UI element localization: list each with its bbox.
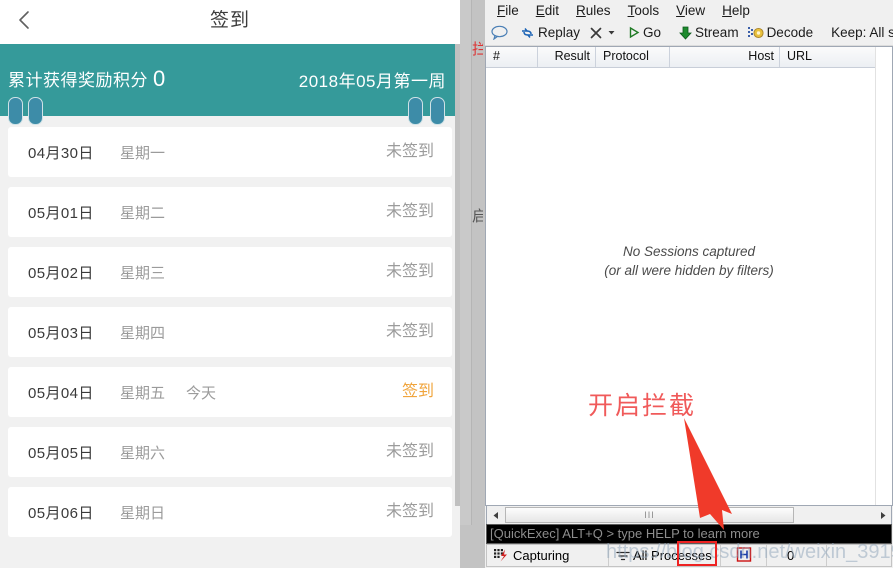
toolbar: Replay Go Stream Decode Keep: All s (485, 20, 893, 46)
menu-item-edit[interactable]: Edit (536, 3, 559, 18)
go-label: Go (643, 25, 662, 40)
status-bar-spacer (827, 545, 891, 566)
session-grid-vertical-scrollbar[interactable] (875, 47, 892, 505)
signin-row-weekday: 星期六 (120, 444, 166, 462)
x-icon (589, 26, 603, 40)
breakpoint-toggle[interactable] (721, 545, 767, 566)
signin-row[interactable]: 04月30日 星期一 未签到 (8, 127, 452, 177)
signin-status-badge: 未签到 (385, 503, 434, 520)
remove-button[interactable] (589, 26, 619, 40)
menu-item-view[interactable]: View (676, 3, 705, 18)
menu-bar: File Edit Rules Tools View Help (485, 0, 893, 20)
mobile-signin-app: 签到 累计获得奖励积分 0 2018年05月第一周 04月30日 星期一 未签到 05月… (0, 0, 460, 568)
reward-banner: 累计获得奖励积分 0 2018年05月第一周 (0, 44, 460, 125)
signin-row[interactable]: 05月06日 星期日 未签到 (8, 487, 452, 537)
status-bar: Capturing All Processes 0 (486, 544, 892, 567)
signin-row-weekday: 星期五 (120, 384, 166, 402)
decode-grid-icon (747, 26, 764, 40)
speech-bubble-icon (491, 25, 508, 40)
session-list-grid[interactable]: # Result Protocol Host URL No Sessions captu… (485, 46, 893, 506)
menu-item-file[interactable]: File (497, 3, 519, 18)
keep-sessions-label: Keep: All sess (831, 25, 893, 40)
menu-item-rules[interactable]: Rules (576, 3, 611, 18)
decode-label: Decode (766, 25, 814, 40)
signin-row-today-tag: 今天 (186, 384, 217, 402)
capture-grid-icon (494, 548, 510, 563)
menu-item-help[interactable]: Help (722, 3, 750, 18)
signin-row-weekday: 星期二 (120, 204, 166, 222)
replay-label: Replay (538, 25, 581, 40)
background-gutter: 拦 启 (460, 0, 485, 568)
occluded-red-text-fragment: 拦 (472, 41, 483, 58)
replay-arrows-icon (520, 26, 535, 40)
grid-column-header[interactable]: # (486, 47, 538, 67)
play-triangle-icon (628, 26, 640, 39)
stream-label: Stream (695, 25, 739, 40)
grid-column-header[interactable]: Protocol (596, 47, 670, 67)
decode-button[interactable]: Decode (747, 25, 814, 40)
signin-row-date: 04月30日 (28, 144, 94, 162)
signin-row-date: 05月02日 (28, 264, 94, 282)
comment-button[interactable] (491, 25, 511, 40)
grid-column-header[interactable]: Host (670, 47, 780, 67)
signin-row-weekday: 星期日 (120, 504, 166, 522)
caret-down-icon[interactable] (607, 28, 616, 37)
process-filter[interactable]: All Processes (609, 545, 721, 566)
signin-row-weekday: 星期一 (120, 144, 166, 162)
mobile-navbar: 签到 (0, 0, 460, 44)
hscroll-thumb[interactable]: III (505, 507, 794, 523)
reward-label: 累计获得奖励积分 (8, 71, 148, 90)
signin-status-badge: 未签到 (385, 443, 434, 460)
screenshot-root: 签到 累计获得奖励积分 0 2018年05月第一周 04月30日 星期一 未签到 05月… (0, 0, 893, 568)
signin-row[interactable]: 05月02日 星期三 未签到 (8, 247, 452, 297)
signin-row[interactable]: 05月01日 星期二 未签到 (8, 187, 452, 237)
signin-row-date: 05月06日 (28, 504, 94, 522)
signin-row-weekday: 星期三 (120, 264, 166, 282)
session-grid-empty-message: No Sessions captured (or all were hidden… (486, 242, 892, 280)
signin-status-badge: 未签到 (385, 263, 434, 280)
signin-row[interactable]: 05月03日 星期四 未签到 (8, 307, 452, 357)
breakpoint-icon (736, 546, 752, 565)
hscroll-grip: III (644, 510, 655, 520)
signin-row-date: 05月04日 (28, 384, 94, 402)
occluded-text-fragment: 启 (472, 208, 483, 225)
signin-row-date: 05月05日 (28, 444, 94, 462)
signin-row-weekday: 星期四 (120, 324, 166, 342)
quickexec-input[interactable]: [QuickExec] ALT+Q > type HELP to learn m… (486, 524, 892, 544)
filter-lines-icon (616, 550, 630, 562)
signin-row[interactable]: 05月04日 星期五 今天 签到 (8, 367, 452, 417)
triangle-left-icon[interactable] (487, 507, 504, 524)
signin-status-badge: 未签到 (385, 143, 434, 160)
session-grid-header: # Result Protocol Host URL (486, 47, 892, 68)
signin-row[interactable]: 05月05日 星期六 未签到 (8, 427, 452, 477)
triangle-right-icon[interactable] (874, 507, 891, 524)
stream-button[interactable]: Stream (679, 25, 739, 40)
signin-row-date: 05月03日 (28, 324, 94, 342)
keep-sessions-dropdown[interactable]: Keep: All sess (831, 25, 893, 40)
session-count: 0 (767, 545, 827, 566)
reward-label-group: 累计获得奖励积分 0 (8, 66, 166, 92)
capturing-toggle[interactable]: Capturing (487, 545, 609, 566)
signin-status-badge: 未签到 (385, 203, 434, 220)
fiddler-window: File Edit Rules Tools View Help Replay G… (485, 0, 893, 568)
go-button[interactable]: Go (628, 25, 661, 40)
grid-column-header[interactable]: Result (538, 47, 596, 67)
green-down-arrow-icon (679, 26, 692, 40)
empty-message-line2: (or all were hidden by filters) (604, 263, 774, 278)
background-gutter-panel (460, 0, 472, 525)
session-grid-horizontal-scrollbar[interactable]: III (486, 506, 892, 525)
signin-day-list: 04月30日 星期一 未签到 05月01日 星期二 未签到 05月02日 星期三 未签到 05月0… (0, 116, 460, 537)
signin-status-badge: 未签到 (385, 323, 434, 340)
week-label: 2018年05月第一周 (298, 72, 446, 91)
reward-points-value: 0 (153, 66, 166, 91)
signin-row-date: 05月01日 (28, 204, 94, 222)
grid-column-header[interactable]: URL (780, 47, 890, 67)
empty-message-line1: No Sessions captured (622, 244, 756, 259)
signin-button[interactable]: 签到 (402, 367, 434, 417)
page-title: 签到 (209, 10, 250, 31)
menu-item-tools[interactable]: Tools (628, 3, 660, 18)
replay-button[interactable]: Replay (520, 25, 580, 40)
process-filter-label: All Processes (633, 548, 712, 563)
capturing-label: Capturing (513, 548, 570, 563)
